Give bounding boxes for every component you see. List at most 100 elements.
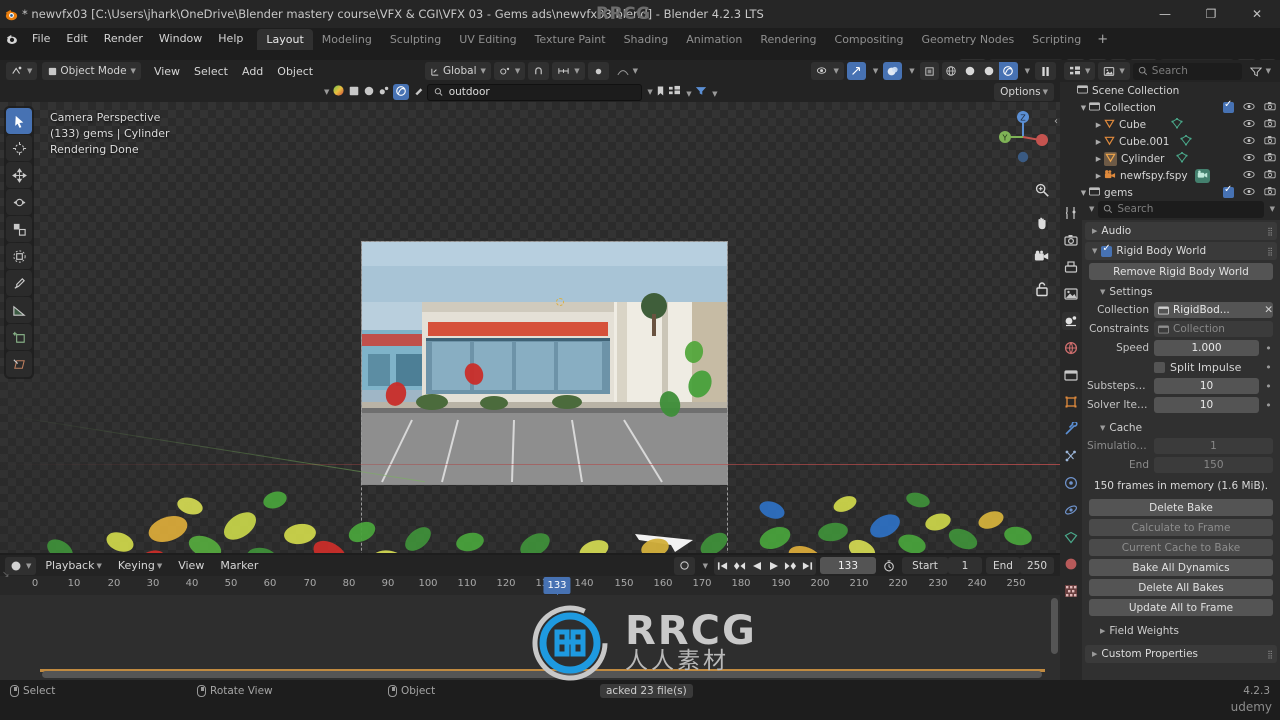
- timeline-menu-view[interactable]: View: [171, 557, 211, 575]
- render-preview-icon[interactable]: [332, 84, 345, 100]
- shading-solid[interactable]: [960, 62, 980, 80]
- current-cache-to-bake-button[interactable]: Current Cache to Bake: [1089, 539, 1273, 556]
- outliner-filter-icon[interactable]: ▼: [1245, 62, 1276, 80]
- maximize-button[interactable]: ❐: [1188, 0, 1234, 28]
- overlay-options-dropdown[interactable]: ▼: [905, 62, 916, 80]
- packed-files-report[interactable]: acked 23 file(s): [600, 684, 693, 698]
- playhead-label[interactable]: 133: [543, 577, 571, 594]
- jump-to-end-button[interactable]: [799, 557, 816, 575]
- asset-search-box[interactable]: [427, 83, 643, 101]
- shading-texture-icon[interactable]: [378, 85, 390, 100]
- cursor-tool[interactable]: [6, 135, 32, 161]
- camera-data-icon[interactable]: [1194, 168, 1210, 183]
- object-mode-selector[interactable]: Object Mode ▼: [42, 62, 141, 80]
- render-tab[interactable]: [1062, 231, 1080, 249]
- minimize-button[interactable]: —: [1142, 0, 1188, 28]
- outliner-row-cube-001[interactable]: ▶ Cube.001: [1060, 133, 1280, 150]
- display-mode-icon[interactable]: ▼: [668, 85, 692, 99]
- solver-value-field[interactable]: 10: [1154, 397, 1259, 413]
- snap-pivot-icon[interactable]: ▼: [493, 62, 526, 80]
- add-cube-tool[interactable]: [6, 324, 32, 350]
- eye-icon[interactable]: [1243, 170, 1255, 182]
- substeps-value-field[interactable]: 10: [1154, 378, 1259, 394]
- shading-options-dropdown[interactable]: ▼: [1021, 62, 1032, 80]
- mesh-data-icon[interactable]: [1171, 117, 1183, 132]
- mesh-data-icon[interactable]: [1179, 134, 1192, 149]
- sidebar-collapse-icon[interactable]: ‹: [1054, 116, 1058, 127]
- snap-target-selector[interactable]: ▼: [552, 62, 585, 80]
- timeline-menu-keying[interactable]: Keying ▼: [111, 557, 169, 575]
- properties-options-dropdown-icon[interactable]: ▼: [1270, 205, 1275, 213]
- shading-brush-icon[interactable]: [412, 85, 424, 100]
- measure-tool[interactable]: [6, 297, 32, 323]
- tab-scripting[interactable]: Scripting: [1023, 29, 1090, 50]
- menu-edit[interactable]: Edit: [58, 28, 95, 50]
- modifier-tab[interactable]: [1062, 420, 1080, 438]
- toggle-ortho-icon[interactable]: [1030, 277, 1054, 301]
- camera-icon[interactable]: [1264, 118, 1276, 131]
- search-dropdown-icon[interactable]: ▼: [647, 88, 652, 96]
- physics-tab[interactable]: [1062, 474, 1080, 492]
- blender-menu-icon[interactable]: [0, 28, 24, 50]
- shading-solid-small-icon[interactable]: [348, 85, 360, 100]
- editor-type-selector[interactable]: ▼: [6, 62, 38, 80]
- scene-tab[interactable]: [1062, 312, 1080, 330]
- tab-geometry-nodes[interactable]: Geometry Nodes: [912, 29, 1023, 50]
- sim-start-value-field[interactable]: 1: [1154, 438, 1273, 454]
- constraints-tab[interactable]: [1062, 501, 1080, 519]
- panel-audio[interactable]: ▶ Audio ⣿: [1085, 222, 1277, 240]
- keying-dropdown-icon[interactable]: ▼: [699, 557, 710, 575]
- split-impulse-checkbox[interactable]: [1154, 361, 1165, 373]
- timeline-editor-type-selector[interactable]: ▼: [5, 556, 37, 575]
- zoom-icon[interactable]: [1030, 178, 1054, 202]
- properties-context-dropdown-icon[interactable]: ▼: [1089, 205, 1094, 213]
- outliner-editor-type-selector[interactable]: ▼: [1064, 62, 1096, 80]
- expand-toggle[interactable]: ▶: [1093, 138, 1104, 146]
- jump-to-start-button[interactable]: [714, 557, 731, 575]
- current-frame-field[interactable]: 133: [820, 557, 876, 574]
- filter-icon[interactable]: ▼: [695, 85, 718, 99]
- outliner-search-input[interactable]: Search: [1132, 62, 1242, 80]
- camera-icon[interactable]: [1264, 169, 1276, 182]
- timeline-horizontal-scrollbar[interactable]: [42, 671, 1042, 678]
- proportional-falloff-icon[interactable]: ▼: [612, 62, 643, 80]
- eye-icon[interactable]: [1243, 153, 1255, 165]
- frame-start-field[interactable]: 1: [948, 557, 982, 574]
- close-button[interactable]: ✕: [1234, 0, 1280, 28]
- tab-shading[interactable]: Shading: [615, 29, 678, 50]
- use-preview-range-icon[interactable]: [880, 557, 898, 575]
- menu-window[interactable]: Window: [151, 28, 210, 50]
- delete-bake-button[interactable]: Delete Bake: [1089, 499, 1273, 516]
- mesh-data-icon[interactable]: [1176, 151, 1189, 166]
- collection-tab[interactable]: [1062, 366, 1080, 384]
- camera-icon[interactable]: [1264, 135, 1276, 148]
- expand-toggle[interactable]: ▶: [1093, 155, 1104, 163]
- transform-orientation-selector[interactable]: Global ▼: [425, 62, 491, 80]
- properties-search-input[interactable]: Search: [1098, 200, 1264, 218]
- tab-modeling[interactable]: Modeling: [313, 29, 381, 50]
- jump-to-prev-keyframe-button[interactable]: [731, 557, 748, 575]
- particles-tab[interactable]: [1062, 447, 1080, 465]
- navigation-gizmo[interactable]: Z Y: [992, 106, 1054, 168]
- auto-keying-toggle[interactable]: [673, 556, 695, 575]
- viewport-menu-add[interactable]: Add: [235, 62, 270, 80]
- frame-end-field[interactable]: 250: [1020, 557, 1054, 574]
- jump-to-next-keyframe-button[interactable]: [782, 557, 799, 575]
- timeline-menu-marker[interactable]: Marker: [213, 557, 265, 575]
- shear-tool[interactable]: [6, 351, 32, 377]
- timeline-vertical-scrollbar[interactable]: [1051, 598, 1058, 654]
- outliner-row-scene-collection[interactable]: Scene Collection: [1060, 82, 1280, 99]
- subpanel-cache[interactable]: ▼ Cache: [1082, 419, 1280, 436]
- tab-rendering[interactable]: Rendering: [751, 29, 825, 50]
- tool-tab[interactable]: [1062, 204, 1080, 222]
- outliner-row-collection[interactable]: ▼ Collection: [1060, 99, 1280, 116]
- show-gizmo-toggle[interactable]: [846, 62, 866, 80]
- pause-render-button[interactable]: [1035, 62, 1056, 80]
- rigid-body-world-checkbox[interactable]: [1101, 243, 1113, 257]
- menu-file[interactable]: File: [24, 28, 58, 50]
- speed-value-field[interactable]: 1.000: [1154, 340, 1259, 356]
- shading-sphere-icon[interactable]: [363, 85, 375, 100]
- eye-icon[interactable]: [1243, 102, 1255, 114]
- texture-tab[interactable]: [1062, 582, 1080, 600]
- bookmark-icon[interactable]: [656, 85, 665, 100]
